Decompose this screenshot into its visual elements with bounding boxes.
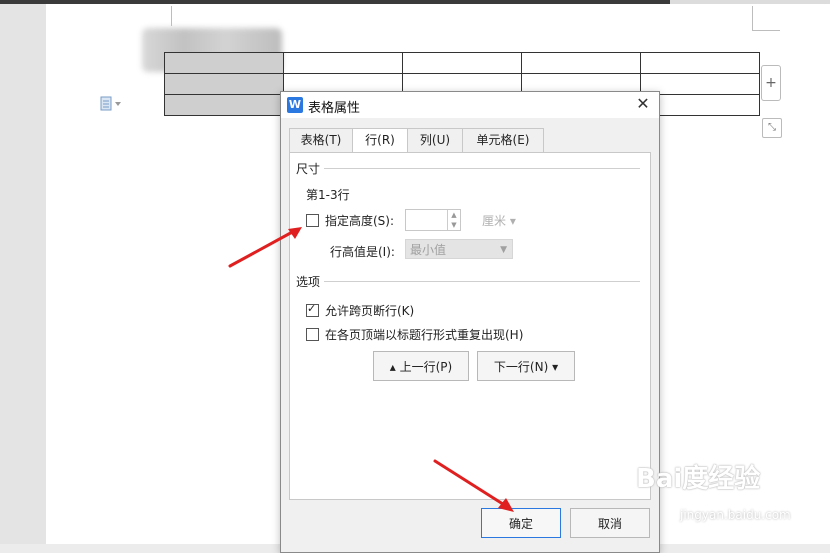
previous-row-button[interactable]: ▴ 上一行(P)	[373, 351, 469, 381]
repeat-header-checkbox[interactable]	[306, 328, 319, 341]
annotation-arrow-icon	[228, 227, 302, 268]
chevron-down-icon: ▼	[500, 245, 507, 255]
height-unit-label: 厘米	[482, 214, 507, 228]
size-section-label: 尺寸	[296, 160, 325, 177]
document-left-margin	[0, 4, 46, 544]
table-row	[164, 52, 760, 74]
table-cell[interactable]	[164, 94, 284, 116]
spin-arrows-icon[interactable]: ▲ ▼	[447, 210, 460, 230]
add-column-button[interactable]: +	[761, 65, 781, 101]
repeat-header-label: 在各页顶端以标题行形式重复出现(H)	[325, 328, 524, 342]
next-row-button[interactable]: 下一行(N) ▾	[477, 351, 575, 381]
row-tab-panel: 尺寸 第1-3行 指定高度(S): ▲ ▼ 厘米 ▾ 行高值是(I): 最小值 ▼…	[289, 152, 651, 500]
tab-column[interactable]: 列(U)	[407, 128, 463, 153]
table-cell[interactable]	[521, 52, 641, 74]
allow-break-checkbox[interactable]	[306, 302, 319, 317]
height-unit-select[interactable]: 厘米 ▾	[482, 212, 516, 229]
dialog-titlebar[interactable]: W 表格属性 ✕	[281, 92, 659, 118]
wps-writer-icon: W	[287, 97, 303, 113]
height-spinbox[interactable]: ▲ ▼	[405, 209, 461, 231]
down-arrow-icon: ▾	[548, 360, 559, 374]
table-cell[interactable]	[283, 52, 403, 74]
paragraph-mark-icon[interactable]	[100, 96, 128, 112]
annotation-arrow-icon	[433, 459, 514, 512]
close-icon[interactable]: ✕	[633, 94, 653, 114]
specify-height-checkbox[interactable]	[306, 214, 319, 227]
up-arrow-icon: ▴	[389, 360, 400, 374]
tab-cell[interactable]: 单元格(E)	[462, 128, 544, 153]
next-row-label: 下一行(N)	[493, 360, 549, 374]
tab-row[interactable]: 行(R)	[352, 128, 408, 154]
row-height-is-label: 行高值是(I):	[330, 245, 395, 259]
specify-height-label: 指定高度(S):	[325, 214, 395, 228]
table-resize-handle-icon[interactable]: ⤡	[762, 118, 782, 138]
tab-table[interactable]: 表格(T)	[289, 128, 353, 153]
baidu-jingyan-watermark: Bai度经验	[636, 464, 761, 494]
page-corner-mark	[171, 6, 172, 26]
page-corner-mark-right-h	[752, 30, 780, 31]
row-height-mode-select[interactable]: 最小值 ▼	[405, 239, 513, 259]
divider	[324, 281, 640, 282]
allow-break-label: 允许跨页断行(K)	[325, 304, 415, 318]
table-cell[interactable]	[164, 52, 284, 74]
table-cell[interactable]	[402, 52, 522, 74]
previous-row-label: 上一行(P)	[399, 360, 453, 374]
page-corner-mark-right	[752, 6, 753, 30]
watermark-url: jingyan.baidu.com	[680, 508, 791, 522]
rows-range-text: 第1-3行	[306, 188, 350, 202]
divider	[324, 168, 640, 169]
dialog-title: 表格属性	[308, 101, 361, 116]
table-cell[interactable]	[164, 73, 284, 95]
cancel-button[interactable]: 取消	[570, 508, 650, 538]
table-cell[interactable]	[640, 52, 760, 74]
row-height-mode-value: 最小值	[410, 243, 447, 257]
chevron-down-icon: ▾	[506, 214, 516, 228]
options-section-label: 选项	[296, 273, 325, 290]
